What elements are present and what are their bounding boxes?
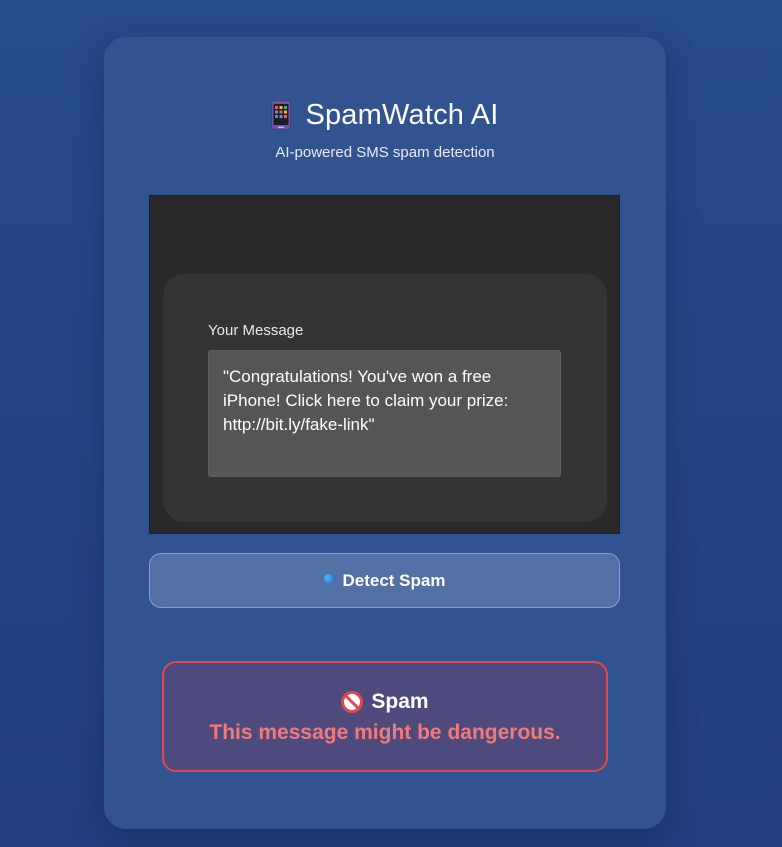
result-message: This message might be dangerous. [209,721,561,744]
detect-spam-label: Detect Spam [342,570,446,590]
app-subtitle: AI-powered SMS spam detection [275,144,495,161]
message-panel: Your Message "Congratulations! You've wo… [149,195,620,534]
message-input[interactable]: "Congratulations! You've won a free iPho… [208,350,561,477]
result-title: Spam [371,690,429,713]
mobile-phone-icon [271,100,292,130]
prohibited-icon [341,691,364,713]
result-panel: Spam This message might be dangerous. [162,661,608,772]
app-title: SpamWatch AI [305,98,499,131]
result-header: Spam [164,690,606,714]
app-header: SpamWatch AI [104,95,666,135]
blue-dot-icon [323,574,333,583]
message-label: Your Message [208,322,304,339]
message-form: Your Message "Congratulations! You've wo… [163,274,607,522]
detect-spam-button[interactable]: Detect Spam [149,553,620,608]
main-card: SpamWatch AI AI-powered SMS spam detecti… [104,37,666,829]
